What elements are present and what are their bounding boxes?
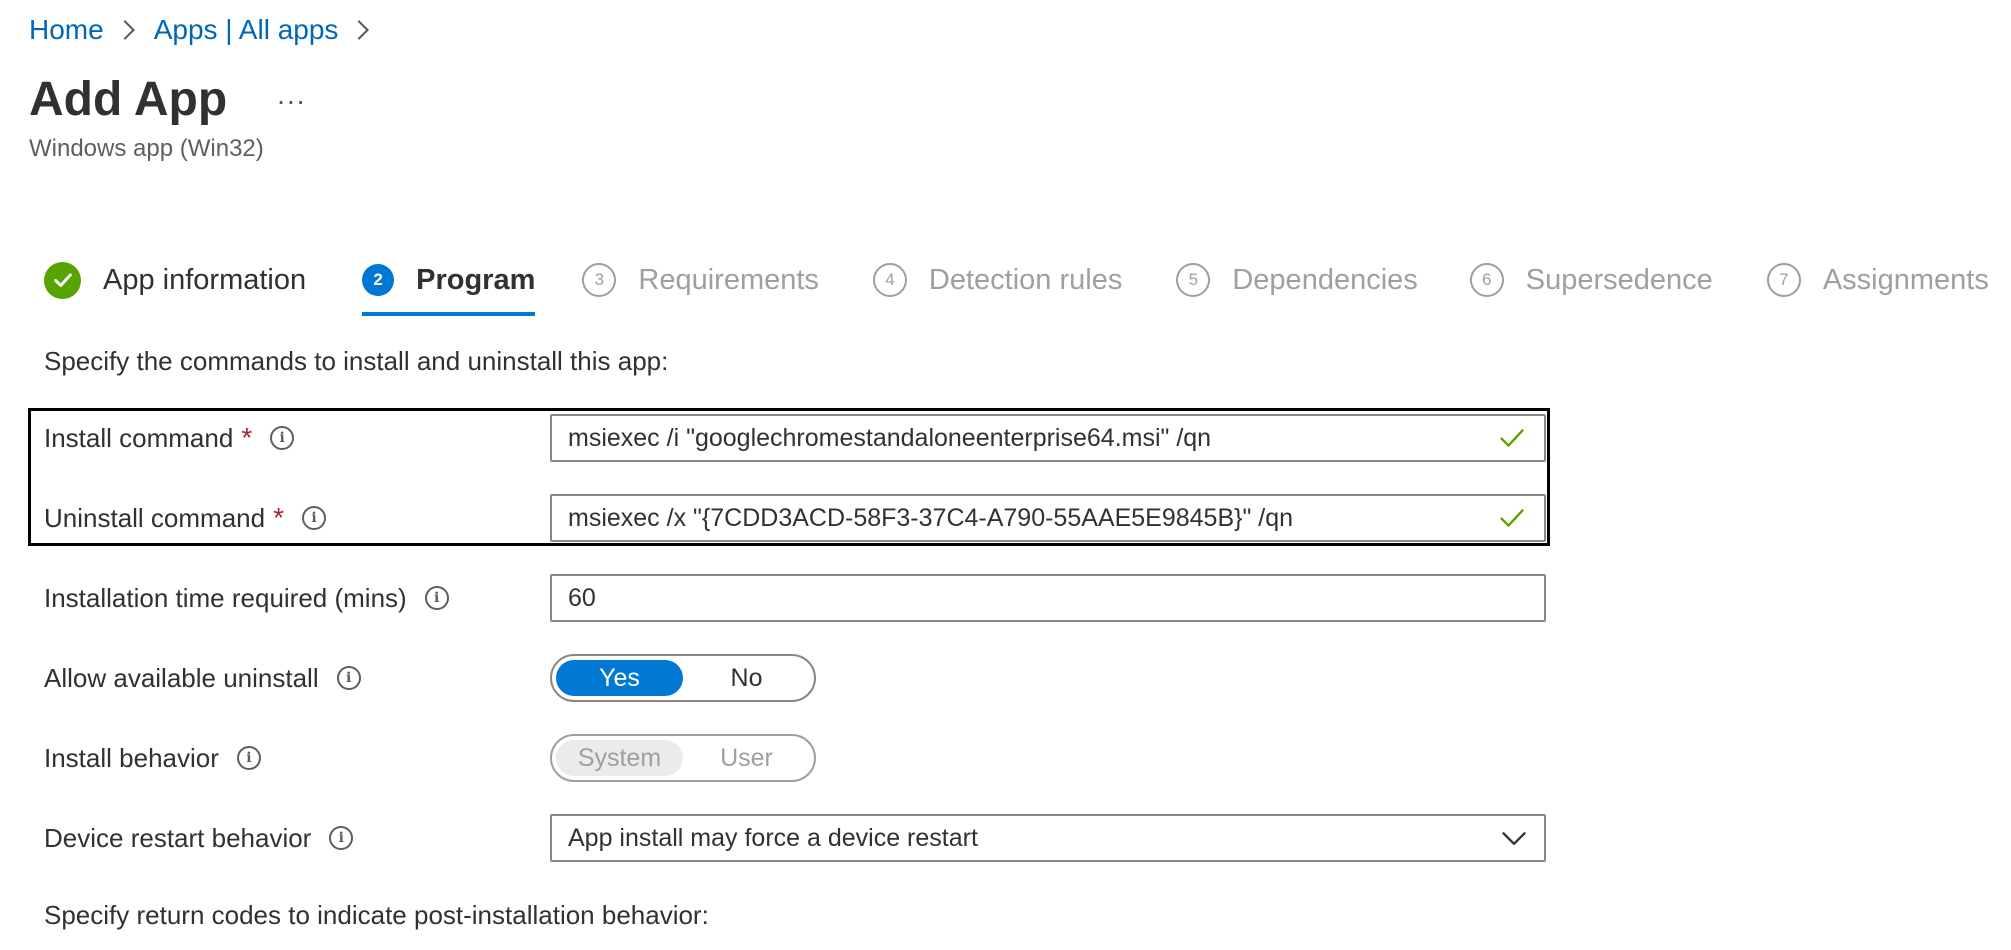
chevron-down-icon (1502, 832, 1526, 845)
install-behavior-row: Install behavior i (44, 734, 261, 782)
return-codes-intro-text: Specify return codes to indicate post-in… (44, 900, 709, 930)
step-number-badge: 4 (872, 263, 907, 297)
install-behavior-user-option: User (720, 743, 773, 772)
install-time-input[interactable]: 60 (550, 574, 1546, 622)
uninstall-command-row: Uninstall command * i (44, 494, 326, 542)
install-command-value: msiexec /i "googlechromestandaloneenterp… (568, 423, 1212, 452)
tab-app-information[interactable]: App information (44, 258, 306, 302)
info-icon[interactable]: i (270, 426, 295, 450)
step-label: Dependencies (1232, 263, 1418, 296)
chevron-right-icon (349, 20, 370, 40)
install-command-label: Install command (44, 422, 234, 453)
tab-requirements[interactable]: 3 Requirements (582, 258, 819, 302)
tab-dependencies[interactable]: 5 Dependencies (1176, 258, 1418, 302)
breadcrumb-home-link[interactable]: Home (29, 14, 104, 46)
step-number-badge: 7 (1766, 263, 1801, 297)
step-label: Assignments (1822, 263, 1989, 296)
tab-supersedence[interactable]: 6 Supersedence (1469, 258, 1713, 302)
page-subtitle: Windows app (Win32) (29, 135, 264, 162)
install-command-input[interactable]: msiexec /i "googlechromestandaloneenterp… (550, 414, 1546, 462)
title-row: Add App ... (29, 72, 307, 127)
commands-intro-text: Specify the commands to install and unin… (44, 346, 669, 376)
wizard-steps: App information 2 Program 3 Requirements… (44, 258, 1989, 316)
restart-behavior-dropdown[interactable]: App install may force a device restart (550, 814, 1546, 862)
step-label: Requirements (638, 263, 819, 296)
restart-behavior-label: Device restart behavior (44, 822, 312, 853)
info-icon[interactable]: i (424, 586, 449, 610)
allow-uninstall-yes-option[interactable]: Yes (556, 660, 683, 696)
tab-assignments[interactable]: 7 Assignments (1766, 258, 1989, 302)
info-icon[interactable]: i (302, 506, 326, 530)
step-label: Detection rules (928, 263, 1123, 296)
install-behavior-system-option: System (556, 740, 683, 776)
restart-behavior-value: App install may force a device restart (568, 823, 978, 852)
checkmark-icon (1500, 509, 1524, 527)
more-options-button[interactable]: ... (277, 79, 306, 111)
step-number-badge: 6 (1469, 263, 1504, 297)
tab-program[interactable]: 2 Program (362, 258, 536, 316)
checkmark-icon (1500, 429, 1524, 447)
chevron-right-icon (114, 20, 135, 40)
info-icon[interactable]: i (329, 826, 354, 850)
info-icon[interactable]: i (336, 666, 361, 690)
tab-detection-rules[interactable]: 4 Detection rules (872, 258, 1123, 302)
allow-uninstall-toggle[interactable]: Yes No (550, 654, 816, 702)
required-marker: * (241, 422, 253, 453)
step-label: App information (103, 263, 307, 296)
breadcrumb: Home Apps | All apps (29, 14, 388, 46)
breadcrumb-apps-link[interactable]: Apps | All apps (154, 14, 339, 46)
page-title: Add App (29, 73, 228, 126)
allow-uninstall-label: Allow available uninstall (44, 662, 319, 693)
install-time-row: Installation time required (mins) i (44, 574, 449, 622)
allow-uninstall-no-option[interactable]: No (683, 660, 810, 696)
uninstall-command-label: Uninstall command (44, 502, 266, 533)
restart-behavior-row: Device restart behavior i (44, 814, 354, 862)
add-app-page: Home Apps | All apps Add App ... Windows… (0, 0, 2011, 950)
required-marker: * (273, 502, 284, 533)
step-label: Supersedence (1525, 263, 1713, 296)
uninstall-command-input[interactable]: msiexec /x "{7CDD3ACD-58F3-37C4-A790-55A… (550, 494, 1546, 542)
step-number-badge: 2 (362, 264, 395, 296)
checkmark-circle-icon (44, 261, 81, 299)
info-icon[interactable]: i (236, 746, 261, 770)
install-time-value: 60 (568, 583, 596, 612)
step-number-badge: 5 (1176, 263, 1211, 297)
uninstall-command-value: msiexec /x "{7CDD3ACD-58F3-37C4-A790-55A… (568, 503, 1294, 532)
allow-uninstall-row: Allow available uninstall i (44, 654, 361, 702)
install-behavior-label: Install behavior (44, 742, 219, 773)
install-behavior-toggle: System User (550, 734, 816, 782)
install-command-row: Install command * i (44, 414, 295, 462)
install-time-label: Installation time required (mins) (44, 582, 407, 613)
step-label: Program (416, 263, 536, 296)
step-number-badge: 3 (582, 263, 617, 297)
